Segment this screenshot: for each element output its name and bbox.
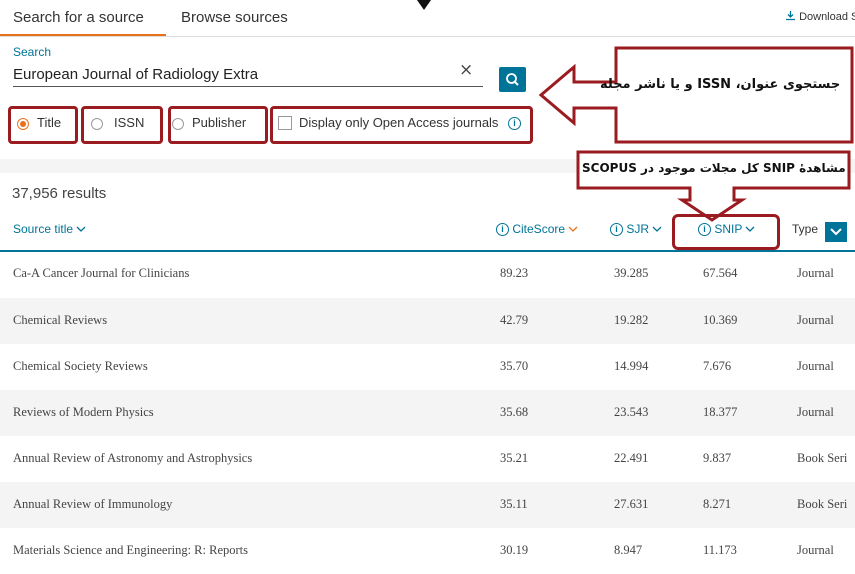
source-title-link[interactable]: Chemical Society Reviews <box>13 359 148 374</box>
header-source-title-label: Source title <box>13 222 74 236</box>
header-citescore-label: CiteScore <box>512 222 566 236</box>
chevron-down-icon <box>652 226 662 232</box>
source-type: Journal <box>797 405 834 419</box>
source-title-link[interactable]: Annual Review of Astronomy and Astrophys… <box>13 451 252 466</box>
source-type: Book Seri <box>797 497 848 511</box>
citescore-value: 35.11 <box>500 497 528 511</box>
sjr-value: 8.947 <box>614 543 643 557</box>
search-label: Search <box>13 45 52 59</box>
sjr-value: 22.491 <box>614 451 649 465</box>
snip-annotation-text: مشاهدهٔ SNIP کل مجلات موجود در SCOPUS <box>582 161 846 175</box>
header-snip[interactable]: i SNIP <box>698 222 755 237</box>
chevron-down-icon <box>746 226 755 232</box>
tab-browse-sources[interactable]: Browse sources <box>181 9 288 26</box>
table-row[interactable]: Chemical Reviews 42.79 19.282 10.369 Journal <box>0 298 855 344</box>
snip-value: 18.377 <box>703 405 738 419</box>
source-type: Journal <box>797 266 834 280</box>
info-icon[interactable]: i <box>508 117 522 131</box>
source-title-link[interactable]: Materials Science and Engineering: R: Re… <box>13 543 248 558</box>
snip-value: 67.564 <box>703 266 738 280</box>
radio-publisher[interactable]: Publisher <box>168 106 268 144</box>
header-citescore[interactable]: i CiteScore <box>496 222 578 237</box>
header-type: Type <box>792 222 819 236</box>
sjr-value: 27.631 <box>614 497 649 511</box>
chevron-down-icon <box>568 226 578 232</box>
open-access-label: Display only Open Access journals <box>299 115 499 130</box>
chevron-down-icon <box>830 228 842 236</box>
open-access-checkbox[interactable]: Display only Open Access journals i <box>270 106 533 144</box>
source-title-link[interactable]: Ca-A Cancer Journal for Clinicians <box>13 266 189 281</box>
table-row[interactable]: Ca-A Cancer Journal for Clinicians 89.23 3… <box>0 251 855 297</box>
source-type: Book Seri <box>797 451 848 465</box>
radio-publisher-label: Publisher <box>192 115 247 130</box>
citescore-value: 30.19 <box>500 543 529 557</box>
sjr-value: 39.285 <box>614 266 649 280</box>
tab-search-source[interactable]: Search for a source <box>13 9 144 26</box>
search-icon <box>506 73 519 86</box>
active-tab-indicator <box>0 34 166 36</box>
info-icon: i <box>610 223 623 237</box>
info-icon: i <box>496 223 509 237</box>
snip-value: 10.369 <box>703 313 738 327</box>
source-type: Journal <box>797 313 834 327</box>
source-title-link[interactable]: Reviews of Modern Physics <box>13 405 154 420</box>
header-snip-label: SNIP <box>714 222 743 236</box>
table-row[interactable]: Materials Science and Engineering: R: Re… <box>0 528 855 574</box>
table-row[interactable]: Annual Review of Immunology 35.11 27.631 8.… <box>0 482 855 528</box>
search-input[interactable] <box>13 62 483 87</box>
download-label: Download Sco <box>799 11 855 23</box>
radio-issn-icon <box>91 118 103 130</box>
type-filter-button[interactable] <box>825 222 847 242</box>
radio-issn[interactable]: ISSN <box>81 106 163 144</box>
pointer-arrow-icon <box>417 0 431 10</box>
source-tabs: Search for a source Browse sources Downl… <box>0 0 855 37</box>
sjr-value: 14.994 <box>614 359 649 373</box>
download-link[interactable]: Download Sco <box>785 10 855 23</box>
search-callout-arrow <box>538 46 854 144</box>
citescore-value: 35.21 <box>500 451 529 465</box>
snip-value: 7.676 <box>703 359 732 373</box>
table-row[interactable]: Chemical Society Reviews 35.70 14.994 7.676… <box>0 344 855 390</box>
source-title-link[interactable]: Chemical Reviews <box>13 313 107 328</box>
radio-title-selected-icon <box>17 118 29 130</box>
sjr-value: 19.282 <box>614 313 649 327</box>
radio-title-label: Title <box>37 115 62 130</box>
header-source-title[interactable]: Source title <box>13 222 86 236</box>
results-count: 37,956 results <box>12 185 107 202</box>
source-type: Journal <box>797 359 834 373</box>
citescore-value: 89.23 <box>500 266 529 280</box>
download-icon <box>786 11 795 21</box>
chevron-down-icon <box>76 226 86 232</box>
header-sjr[interactable]: i SJR <box>610 222 662 237</box>
table-row[interactable]: Annual Review of Astronomy and Astrophys… <box>0 436 855 482</box>
search-annotation-text: جستجوی عنوان، ISSN و یا ناشر مجله <box>600 77 841 92</box>
checkbox-icon <box>278 116 292 130</box>
sjr-value: 23.543 <box>614 405 649 419</box>
header-sjr-label: SJR <box>626 222 650 236</box>
source-title-link[interactable]: Annual Review of Immunology <box>13 497 172 512</box>
citescore-value: 35.68 <box>500 405 529 419</box>
snip-value: 11.173 <box>703 543 737 557</box>
radio-issn-label: ISSN <box>114 115 145 130</box>
snip-value: 9.837 <box>703 451 732 465</box>
citescore-value: 35.70 <box>500 359 529 373</box>
source-type: Journal <box>797 543 834 557</box>
search-button[interactable] <box>499 67 526 92</box>
citescore-value: 42.79 <box>500 313 529 327</box>
snip-value: 8.271 <box>703 497 732 511</box>
info-icon: i <box>698 223 711 237</box>
table-row[interactable]: Reviews of Modern Physics 35.68 23.543 18.3… <box>0 390 855 436</box>
radio-title[interactable]: Title <box>8 106 78 144</box>
radio-publisher-icon <box>172 118 184 130</box>
clear-search-icon[interactable]: × <box>459 60 473 80</box>
